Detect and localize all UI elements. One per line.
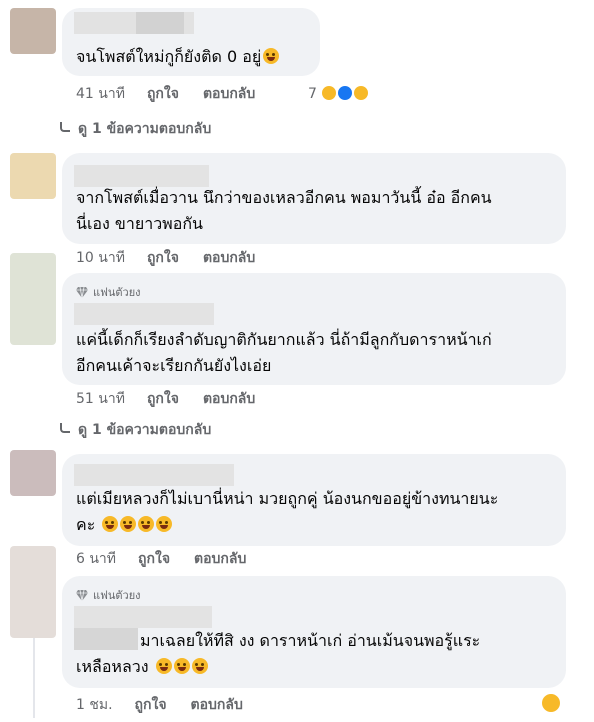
comment-text-line: จากโพสต์เมื่อวาน นึกว่าของเหลวอีกคน พอมา… [76, 188, 492, 207]
author-name[interactable] [74, 628, 138, 650]
like-button[interactable]: ถูกใจ [147, 83, 179, 105]
timestamp[interactable]: 10 นาที [76, 247, 125, 269]
comment-text-line: นี่เอง ขายาวพอกัน [76, 214, 203, 233]
view-replies-link[interactable]: ดู 1 ข้อความตอบกลับ [58, 118, 211, 140]
comment-text-line: แค่นี้เด็กก็เรียงลำดับญาติกันยากแล้ว นี่… [76, 330, 492, 349]
comment-actions: 41 นาที ถูกใจ ตอบกลับ [76, 83, 255, 105]
timestamp[interactable]: 1 ชม. [76, 694, 113, 716]
comment-bubble: จนโพสต์ใหม่กูก็ยังติด 0 อยู่ [62, 8, 320, 76]
laughing-rolling-emoji-icon [138, 516, 155, 532]
comment-bubble: แฟนตัวยง แค่นี้เด็กก็เรียงลำดับญาติกันยา… [62, 273, 566, 385]
like-button[interactable]: ถูกใจ [138, 548, 170, 570]
author-name[interactable] [74, 165, 209, 187]
reaction-count: 7 [308, 86, 317, 102]
reply-button[interactable]: ตอบกลับ [194, 548, 246, 570]
laughing-rolling-emoji-icon [191, 658, 208, 674]
avatar[interactable] [10, 153, 56, 199]
laughing-rolling-emoji-icon [263, 48, 280, 64]
reply-button[interactable]: ตอบกลับ [203, 388, 255, 410]
comment-text-line: แต่เมียหลวงก็ไม่เบานี่หน่า มวยถูกคู่ น้อ… [76, 489, 499, 508]
comment-text: คะ [76, 512, 173, 538]
avatar[interactable] [10, 546, 56, 638]
comment-bubble: แต่เมียหลวงก็ไม่เบานี่หน่า มวยถูกคู่ น้อ… [62, 454, 566, 546]
haha-reaction-icon[interactable] [540, 692, 562, 714]
laughing-rolling-emoji-icon [156, 516, 173, 532]
author-name[interactable] [74, 303, 214, 325]
comment-bubble: แฟนตัวยง มาเฉลยให้ทีสิ งง ดาราหน้าเก่ อ่… [62, 576, 566, 688]
avatar[interactable] [10, 450, 56, 496]
like-button[interactable]: ถูกใจ [135, 694, 167, 716]
laughing-rolling-emoji-icon [120, 516, 137, 532]
avatar[interactable] [10, 253, 56, 345]
laughing-rolling-emoji-icon [102, 516, 119, 532]
comment-text: จนโพสต์ใหม่กูก็ยังติด 0 อยู่ [76, 44, 280, 70]
view-replies-link[interactable]: ดู 1 ข้อความตอบกลับ [58, 419, 211, 441]
diamond-icon [76, 589, 88, 601]
timestamp[interactable]: 41 นาที [76, 83, 125, 105]
timestamp[interactable]: 6 นาที [76, 548, 116, 570]
care-reaction-icon [352, 84, 370, 102]
top-fan-badge[interactable]: แฟนตัวยง [76, 283, 141, 301]
avatar[interactable] [10, 8, 56, 54]
comment-actions: 51 นาที ถูกใจ ตอบกลับ [76, 388, 255, 410]
reaction-summary[interactable]: 7 [308, 83, 388, 105]
reply-button[interactable]: ตอบกลับ [203, 247, 255, 269]
laughing-rolling-emoji-icon [155, 658, 172, 674]
reply-arrow-icon [58, 122, 70, 136]
comment-bubble: จากโพสต์เมื่อวาน นึกว่าของเหลวอีกคน พอมา… [62, 153, 566, 244]
like-button[interactable]: ถูกใจ [147, 247, 179, 269]
comment-actions: 10 นาที ถูกใจ ตอบกลับ [76, 247, 255, 269]
comment-actions: 1 ชม. ถูกใจ ตอบกลับ [76, 694, 243, 716]
author-name[interactable] [74, 606, 212, 628]
laughing-rolling-emoji-icon [173, 658, 190, 674]
diamond-icon [76, 286, 88, 298]
reply-arrow-icon [58, 423, 70, 437]
comment-text: เหลือหลวง [76, 654, 208, 680]
reply-button[interactable]: ตอบกลับ [203, 83, 255, 105]
reply-button[interactable]: ตอบกลับ [191, 694, 243, 716]
comment-text-line: อีกคนเค้าจะเรียกกันยังไงเอ่ย [76, 356, 272, 375]
author-name[interactable] [136, 12, 184, 34]
like-button[interactable]: ถูกใจ [147, 388, 179, 410]
top-fan-badge[interactable]: แฟนตัวยง [76, 586, 141, 604]
timestamp[interactable]: 51 นาที [76, 388, 125, 410]
author-name[interactable] [74, 464, 234, 486]
comment-text-line: มาเฉลยให้ทีสิ งง ดาราหน้าเก่ อ่านเม้นจนพ… [140, 631, 481, 650]
comment-actions: 6 นาที ถูกใจ ตอบกลับ [76, 548, 246, 570]
